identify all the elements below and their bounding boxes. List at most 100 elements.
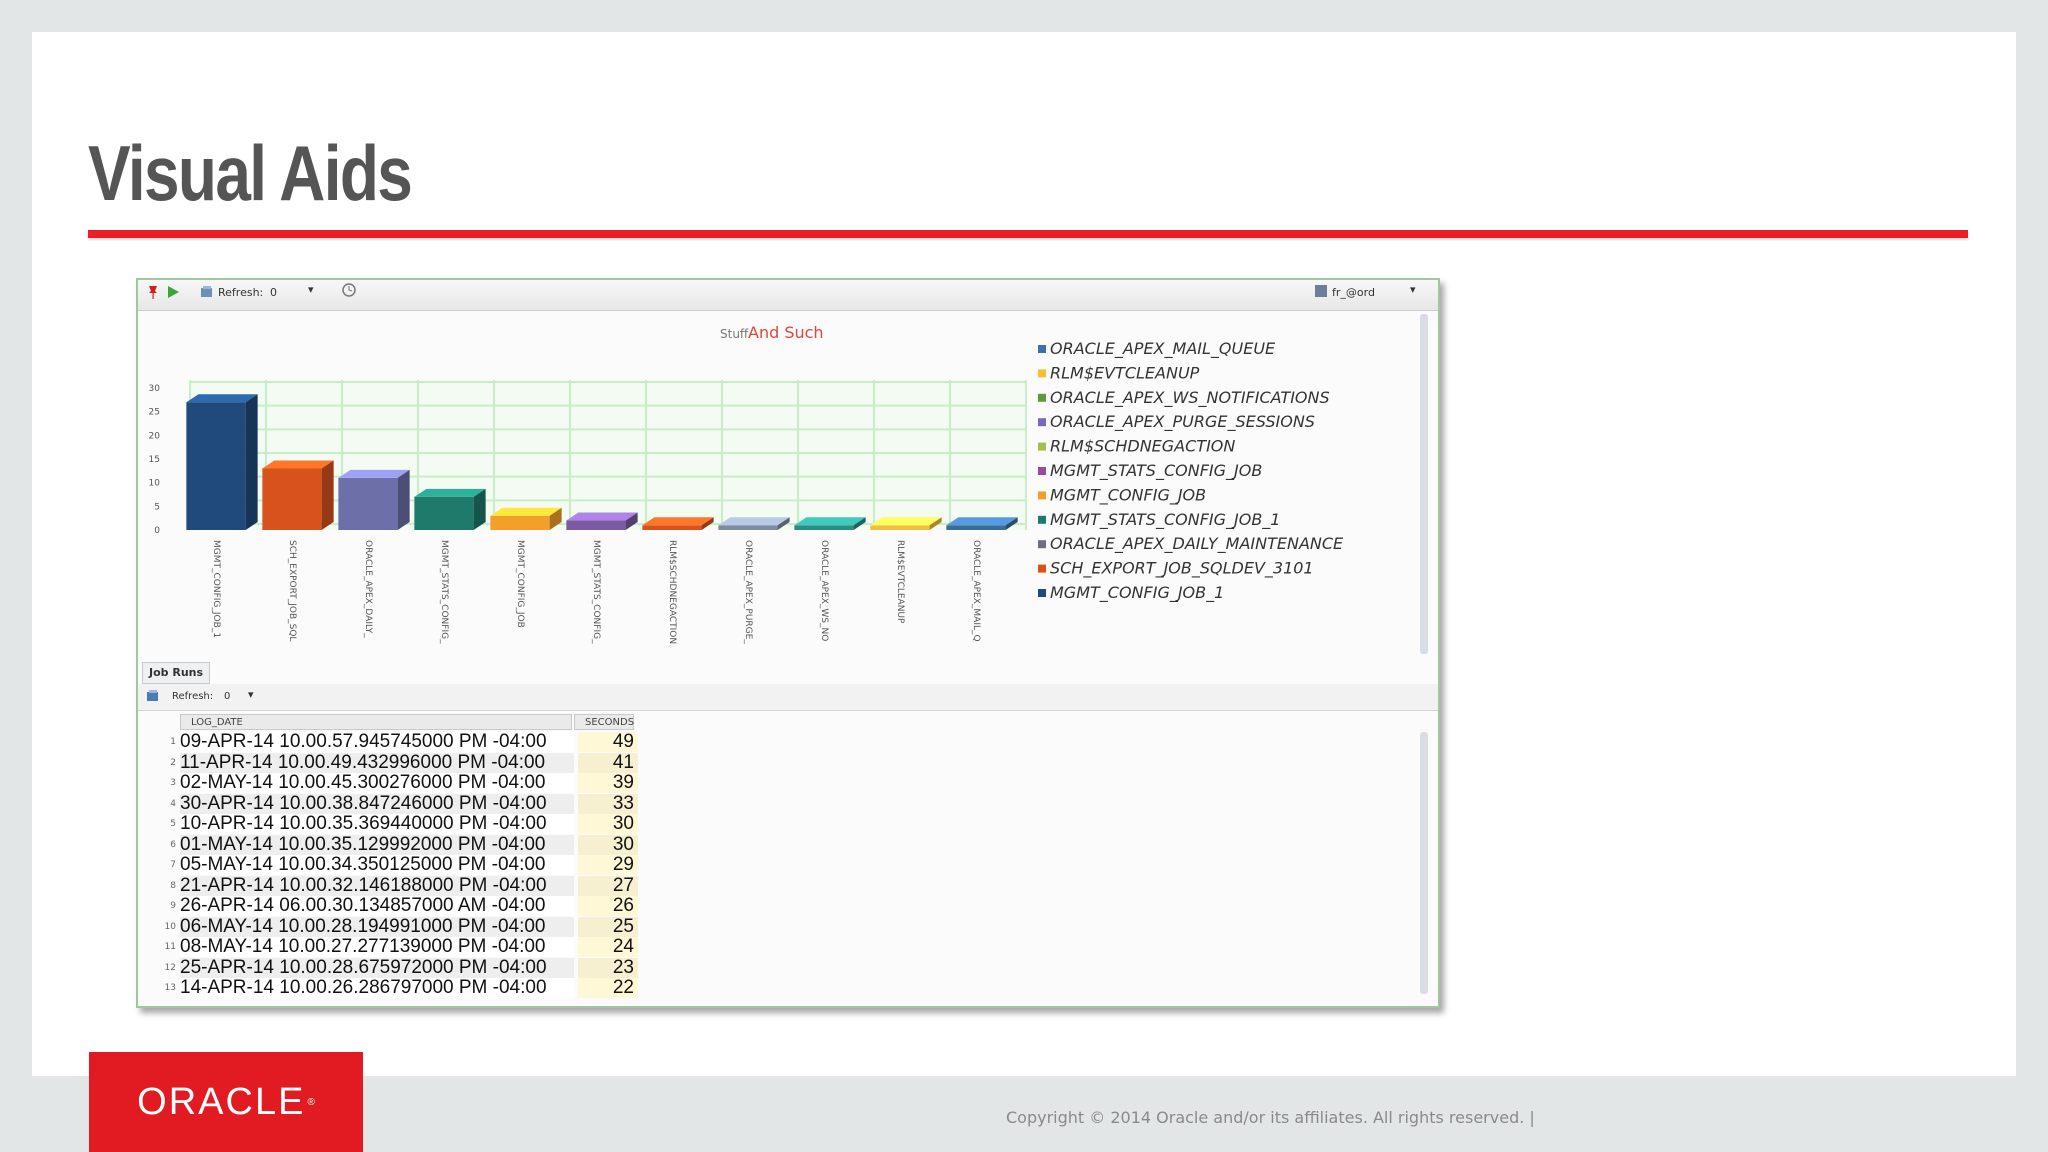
title-rule [88,230,1968,238]
x-tick-label: RLM$EVTCLEANUP [895,540,905,624]
bar [338,477,398,530]
legend-label: ORACLE_APEX_WS_NOTIFICATIONS [1050,388,1330,408]
seconds-cell[interactable]: 49 [578,732,638,752]
row-number: 11 [164,942,176,952]
play-icon[interactable] [166,285,180,302]
log-date-cell[interactable]: 01-MAY-14 10.00.35.129992000 PM -04:00 [180,834,574,855]
refresh-icon [200,285,214,302]
x-tick-label: MGMT_CONFIG_JOB [515,540,525,628]
chart-title-prefix: Stuff [720,327,749,341]
clock-icon[interactable] [342,283,356,300]
chart-title: And Such [748,323,824,342]
x-tick-label: SCH_EXPORT_JOB_SQL [287,540,297,641]
seconds-cell[interactable]: 24 [578,937,638,957]
chevron-down-icon[interactable]: ▾ [1410,283,1416,296]
legend-label: SCH_EXPORT_JOB_SQLDEV_3101 [1050,559,1314,579]
row-number: 2 [170,757,176,768]
bar [642,525,702,530]
tab-job-runs[interactable]: Job Runs [142,662,211,684]
log-date-cell[interactable]: 26-APR-14 06.00.30.134857000 AM -04:00 [180,896,574,916]
bar-side [245,394,258,530]
grid-scrollbar[interactable] [1420,732,1428,994]
bar-top [186,394,258,403]
legend-label: ORACLE_APEX_DAILY_MAINTENANCE [1050,534,1344,554]
y-tick-label: 30 [149,384,161,394]
bar-top [262,460,334,469]
row-number: 3 [170,778,176,788]
bar-side [321,460,334,530]
x-tick-label: ORACLE_APEX_MAIL_Q [971,540,981,642]
log-date-cell[interactable]: 09-APR-14 10.00.57.945745000 PM -04:00 [180,732,574,752]
seconds-cell[interactable]: 22 [578,978,638,998]
bar-top [414,488,486,497]
registered-mark: ® [307,1096,315,1108]
x-tick-label: MGMT_STATS_CONFIG_ [439,540,449,644]
legend-swatch [1038,467,1046,475]
y-tick-label: 10 [149,479,161,489]
row-number: 7 [170,860,176,870]
bar [262,468,322,530]
x-tick-label: ORACLE_APEX_WS_NO [819,540,829,641]
bar-top [718,517,790,526]
row-number: 9 [170,901,176,911]
seconds-cell[interactable]: 41 [578,752,638,773]
seconds-cell[interactable]: 39 [578,773,638,793]
legend-label: RLM$SCHDNEGACTION [1050,437,1235,456]
column-header-log-date[interactable]: LOG_DATE [180,714,572,730]
legend-swatch [1038,442,1046,451]
x-tick-label: ORACLE_APEX_PURGE_ [743,540,753,644]
legend-swatch [1038,515,1046,524]
log-date-cell[interactable]: 14-APR-14 10.00.26.286797000 PM -04:00 [180,978,574,998]
bar [870,525,930,530]
seconds-cell[interactable]: 30 [578,814,638,834]
row-number: 12 [164,962,176,973]
log-date-cell[interactable]: 25-APR-14 10.00.28.675972000 PM -04:00 [180,957,574,978]
log-date-cell[interactable]: 10-APR-14 10.00.35.369440000 PM -04:00 [180,814,574,834]
seconds-cell[interactable]: 25 [578,916,638,937]
column-header-seconds[interactable]: SECONDS [574,714,634,730]
x-tick-label: MGMT_CONFIG_JOB_1 [211,540,221,638]
report-toolbar: Refresh: 0 ▾ fr_@ord ▾ [138,280,1438,311]
x-tick-label: RLM$SCHDNEGACTION [667,540,677,644]
connection-icon [1314,284,1328,301]
row-number: 4 [170,798,176,809]
row-number: 8 [170,880,176,891]
seconds-cell[interactable]: 23 [578,957,638,978]
log-date-cell[interactable]: 30-APR-14 10.00.38.847246000 PM -04:00 [180,793,574,814]
bar [794,525,854,530]
legend-swatch [1038,418,1046,427]
seconds-cell[interactable]: 26 [578,896,638,916]
log-date-cell[interactable]: 05-MAY-14 10.00.34.350125000 PM -04:00 [180,855,574,875]
row-number: 1 [170,737,176,747]
y-tick-label: 15 [149,455,160,465]
legend-swatch [1038,491,1046,500]
bar [186,402,246,530]
seconds-cell[interactable]: 30 [578,834,638,855]
log-date-cell[interactable]: 11-APR-14 10.00.49.432996000 PM -04:00 [180,752,574,773]
log-date-cell[interactable]: 02-MAY-14 10.00.45.300276000 PM -04:00 [180,773,574,793]
refresh-icon[interactable] [146,689,160,706]
log-date-cell[interactable]: 21-APR-14 10.00.32.146188000 PM -04:00 [180,875,574,896]
connection-select[interactable]: fr_@ord [1332,286,1375,299]
log-date-cell[interactable]: 06-MAY-14 10.00.28.194991000 PM -04:00 [180,916,574,937]
seconds-cell[interactable]: 27 [578,875,638,896]
seconds-cell[interactable]: 29 [578,855,638,875]
legend-label: ORACLE_APEX_MAIL_QUEUE [1050,339,1276,359]
chart-scrollbar[interactable] [1420,314,1428,654]
bar-top [870,517,942,526]
refresh-select[interactable]: 0 [270,286,277,299]
pin-icon[interactable] [146,284,160,303]
refresh-label: Refresh: [218,286,264,299]
bar [566,520,626,530]
bar [946,525,1006,530]
x-tick-label: MGMT_STATS_CONFIG_ [591,540,601,644]
chevron-down-icon[interactable]: ▾ [248,688,254,701]
chevron-down-icon[interactable]: ▾ [308,283,314,296]
y-tick-label: 0 [154,526,160,536]
refresh-select[interactable]: 0 [224,691,230,702]
seconds-cell[interactable]: 33 [578,793,638,814]
bar-side [397,469,410,530]
log-date-cell[interactable]: 08-MAY-14 10.00.27.277139000 PM -04:00 [180,937,574,957]
legend-swatch [1038,564,1046,573]
legend-label: MGMT_CONFIG_JOB [1050,485,1206,505]
